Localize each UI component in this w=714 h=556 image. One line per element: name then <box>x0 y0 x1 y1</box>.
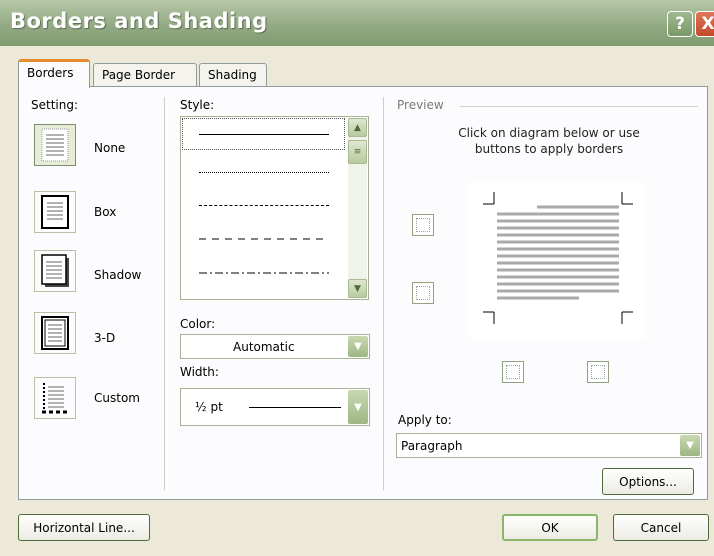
style-line-dashed[interactable] <box>199 238 329 240</box>
preview-heading: Preview <box>397 98 444 112</box>
style-line-solid[interactable] <box>199 134 329 135</box>
setting-none-label: None <box>94 141 126 155</box>
top-border-button[interactable] <box>412 214 434 236</box>
title-bar[interactable]: Borders and Shading ? X <box>0 0 714 46</box>
cancel-button[interactable]: Cancel <box>613 514 709 541</box>
setting-heading: Setting: <box>31 98 79 112</box>
close-button[interactable]: X <box>695 11 714 37</box>
help-button[interactable]: ? <box>667 11 693 37</box>
preview-page <box>483 192 633 324</box>
chevron-down-icon[interactable]: ▼ <box>680 435 700 456</box>
setting-shadow-button[interactable] <box>34 250 76 292</box>
apply-to-heading: Apply to: <box>398 413 452 427</box>
preview-divider <box>460 106 698 107</box>
apply-to-dropdown[interactable]: Paragraph ▼ <box>396 433 702 458</box>
left-border-button[interactable] <box>502 361 524 383</box>
borders-tab-panel: Setting: None Box Shadow 3-D Custom Styl… <box>18 86 708 500</box>
setting-none-icon <box>41 128 69 162</box>
chevron-down-icon[interactable]: ▼ <box>348 390 368 424</box>
chevron-down-icon[interactable]: ▼ <box>348 336 368 357</box>
width-heading: Width: <box>180 365 219 379</box>
setting-box-icon <box>41 195 69 229</box>
color-dropdown[interactable]: Automatic ▼ <box>180 334 370 359</box>
borders-and-shading-dialog: Borders and Shading ? X Borders Page Bor… <box>0 0 714 556</box>
column-separator <box>383 97 384 490</box>
setting-3d-button[interactable] <box>34 312 76 354</box>
scroll-thumb[interactable]: ≡ <box>348 140 367 164</box>
tab-page-border-label: Page Border <box>102 68 176 82</box>
setting-3d-label: 3-D <box>94 331 116 345</box>
window-title: Borders and Shading <box>10 9 268 33</box>
right-border-button[interactable] <box>587 361 609 383</box>
setting-custom-button[interactable] <box>34 377 76 419</box>
apply-to-value: Paragraph <box>401 439 463 453</box>
style-scrollbar[interactable]: ▲ ≡ ▼ <box>348 118 367 298</box>
setting-box-button[interactable] <box>34 191 76 233</box>
horizontal-line-button[interactable]: Horizontal Line... <box>18 514 150 541</box>
setting-custom-label: Custom <box>94 391 140 405</box>
style-line-dash-dot[interactable] <box>199 272 329 274</box>
scroll-down-button[interactable]: ▼ <box>348 279 367 298</box>
color-value: Automatic <box>233 340 295 354</box>
options-button[interactable]: Options... <box>602 468 694 495</box>
tab-shading-label: Shading <box>208 68 257 82</box>
width-value: ½ pt <box>195 400 223 414</box>
style-list[interactable]: ▲ ≡ ▼ <box>180 116 369 300</box>
tab-borders[interactable]: Borders <box>18 59 90 88</box>
setting-shadow-label: Shadow <box>94 268 142 282</box>
width-dropdown[interactable]: ½ pt ▼ <box>180 388 370 426</box>
preview-instruction: Click on diagram below or use buttons to… <box>458 126 640 156</box>
tab-page-border[interactable]: Page Border <box>93 63 197 87</box>
column-separator <box>164 97 165 490</box>
style-heading: Style: <box>180 98 215 112</box>
scroll-up-button[interactable]: ▲ <box>348 118 367 137</box>
bottom-border-button[interactable] <box>412 282 434 304</box>
width-line-preview <box>249 407 341 408</box>
preview-diagram[interactable] <box>469 182 645 339</box>
ok-button[interactable]: OK <box>502 514 598 541</box>
style-line-dotted[interactable] <box>199 172 329 173</box>
setting-custom-icon <box>42 383 68 414</box>
setting-box-label: Box <box>94 205 117 219</box>
tab-borders-label: Borders <box>27 66 74 80</box>
color-heading: Color: <box>180 317 216 331</box>
setting-shadow-icon <box>41 254 69 287</box>
setting-3d-icon <box>41 316 69 350</box>
style-line-dashed-fine[interactable] <box>199 205 329 206</box>
tab-shading[interactable]: Shading <box>199 63 267 87</box>
setting-none-button[interactable] <box>34 124 76 166</box>
